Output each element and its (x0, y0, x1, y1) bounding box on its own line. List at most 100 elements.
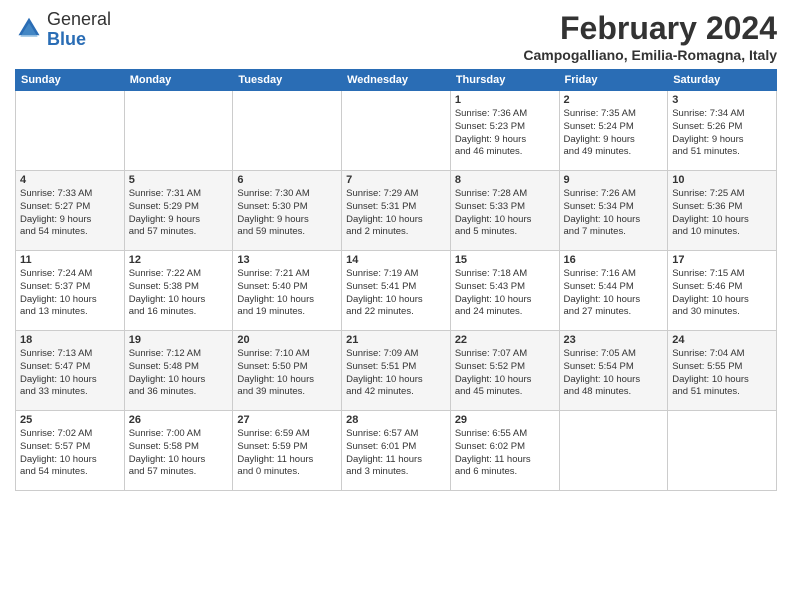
calendar-cell: 9Sunrise: 7:26 AM Sunset: 5:34 PM Daylig… (559, 171, 668, 251)
day-info: Sunrise: 7:09 AM Sunset: 5:51 PM Dayligh… (346, 348, 446, 399)
day-info: Sunrise: 7:28 AM Sunset: 5:33 PM Dayligh… (455, 188, 555, 239)
day-info: Sunrise: 7:21 AM Sunset: 5:40 PM Dayligh… (237, 268, 337, 319)
weekday-header: Wednesday (342, 70, 451, 91)
day-number: 24 (672, 334, 772, 346)
calendar-cell: 17Sunrise: 7:15 AM Sunset: 5:46 PM Dayli… (668, 251, 777, 331)
day-info: Sunrise: 7:30 AM Sunset: 5:30 PM Dayligh… (237, 188, 337, 239)
day-number: 2 (564, 94, 664, 106)
day-info: Sunrise: 7:16 AM Sunset: 5:44 PM Dayligh… (564, 268, 664, 319)
day-number: 6 (237, 174, 337, 186)
day-info: Sunrise: 7:19 AM Sunset: 5:41 PM Dayligh… (346, 268, 446, 319)
day-number: 14 (346, 254, 446, 266)
day-info: Sunrise: 7:13 AM Sunset: 5:47 PM Dayligh… (20, 348, 120, 399)
calendar-cell: 26 Sunrise: 7:00 AM Sunset: 5:58 PM Dayli… (124, 411, 233, 491)
day-info: Sunrise: 7:22 AM Sunset: 5:38 PM Dayligh… (129, 268, 229, 319)
day-number: 18 (20, 334, 120, 346)
day-info: Sunrise: 7:10 AM Sunset: 5:50 PM Dayligh… (237, 348, 337, 399)
calendar-cell: 6 Sunrise: 7:30 AM Sunset: 5:30 PM Daylig… (233, 171, 342, 251)
calendar-cell: 25 Sunrise: 7:02 AM Sunset: 5:57 PM Dayli… (16, 411, 125, 491)
day-number: 3 (672, 94, 772, 106)
calendar-cell: 11Sunrise: 7:24 AM Sunset: 5:37 PM Dayli… (16, 251, 125, 331)
day-info: Sunrise: 7:29 AM Sunset: 5:31 PM Dayligh… (346, 188, 446, 239)
calendar-cell: 20 Sunrise: 7:10 AM Sunset: 5:50 PM Dayli… (233, 331, 342, 411)
calendar-cell: 18 Sunrise: 7:13 AM Sunset: 5:47 PM Dayli… (16, 331, 125, 411)
day-number: 27 (237, 414, 337, 426)
day-info: Sunrise: 6:57 AM Sunset: 6:01 PM Dayligh… (346, 428, 446, 479)
calendar-cell (124, 91, 233, 171)
calendar-cell: 28 Sunrise: 6:57 AM Sunset: 6:01 PM Dayli… (342, 411, 451, 491)
day-info: Sunrise: 7:07 AM Sunset: 5:52 PM Dayligh… (455, 348, 555, 399)
calendar-header: SundayMondayTuesdayWednesdayThursdayFrid… (16, 70, 777, 91)
calendar-cell: 15Sunrise: 7:18 AM Sunset: 5:43 PM Dayli… (450, 251, 559, 331)
logo-general: General (47, 10, 111, 30)
location: Campogalliano, Emilia-Romagna, Italy (523, 47, 777, 63)
day-info: Sunrise: 7:04 AM Sunset: 5:55 PM Dayligh… (672, 348, 772, 399)
calendar-cell: 14 Sunrise: 7:19 AM Sunset: 5:41 PM Dayli… (342, 251, 451, 331)
calendar-cell: 29Sunrise: 6:55 AM Sunset: 6:02 PM Dayli… (450, 411, 559, 491)
calendar-cell: 7 Sunrise: 7:29 AM Sunset: 5:31 PM Daylig… (342, 171, 451, 251)
weekday-header: Sunday (16, 70, 125, 91)
header: General Blue February 2024 Campogalliano… (15, 10, 777, 63)
day-info: Sunrise: 7:24 AM Sunset: 5:37 PM Dayligh… (20, 268, 120, 319)
calendar-cell: 4 Sunrise: 7:33 AM Sunset: 5:27 PM Daylig… (16, 171, 125, 251)
calendar-cell (668, 411, 777, 491)
day-number: 5 (129, 174, 229, 186)
day-number: 21 (346, 334, 446, 346)
day-number: 25 (20, 414, 120, 426)
calendar-cell: 13 Sunrise: 7:21 AM Sunset: 5:40 PM Dayli… (233, 251, 342, 331)
day-info: Sunrise: 7:35 AM Sunset: 5:24 PM Dayligh… (564, 108, 664, 159)
day-info: Sunrise: 7:12 AM Sunset: 5:48 PM Dayligh… (129, 348, 229, 399)
calendar-cell: 10 Sunrise: 7:25 AM Sunset: 5:36 PM Dayli… (668, 171, 777, 251)
day-number: 13 (237, 254, 337, 266)
day-info: Sunrise: 7:00 AM Sunset: 5:58 PM Dayligh… (129, 428, 229, 479)
logo-icon (15, 16, 43, 44)
day-number: 19 (129, 334, 229, 346)
calendar-body: 1 Sunrise: 7:36 AM Sunset: 5:23 PM Daylig… (16, 91, 777, 491)
day-info: Sunrise: 7:25 AM Sunset: 5:36 PM Dayligh… (672, 188, 772, 239)
weekday-header: Friday (559, 70, 668, 91)
calendar-cell: 21 Sunrise: 7:09 AM Sunset: 5:51 PM Dayli… (342, 331, 451, 411)
calendar-week: 1 Sunrise: 7:36 AM Sunset: 5:23 PM Daylig… (16, 91, 777, 171)
calendar-cell: 8 Sunrise: 7:28 AM Sunset: 5:33 PM Daylig… (450, 171, 559, 251)
calendar-cell: 19 Sunrise: 7:12 AM Sunset: 5:48 PM Dayli… (124, 331, 233, 411)
page: General Blue February 2024 Campogalliano… (0, 0, 792, 612)
day-info: Sunrise: 7:02 AM Sunset: 5:57 PM Dayligh… (20, 428, 120, 479)
calendar-cell: 3 Sunrise: 7:34 AM Sunset: 5:26 PM Daylig… (668, 91, 777, 171)
day-number: 4 (20, 174, 120, 186)
day-number: 17 (672, 254, 772, 266)
day-info: Sunrise: 7:33 AM Sunset: 5:27 PM Dayligh… (20, 188, 120, 239)
calendar-cell: 22Sunrise: 7:07 AM Sunset: 5:52 PM Dayli… (450, 331, 559, 411)
logo: General Blue (15, 10, 111, 50)
day-info: Sunrise: 6:55 AM Sunset: 6:02 PM Dayligh… (455, 428, 555, 479)
calendar-cell: 5 Sunrise: 7:31 AM Sunset: 5:29 PM Daylig… (124, 171, 233, 251)
calendar-week: 4 Sunrise: 7:33 AM Sunset: 5:27 PM Daylig… (16, 171, 777, 251)
day-number: 26 (129, 414, 229, 426)
day-info: Sunrise: 7:05 AM Sunset: 5:54 PM Dayligh… (564, 348, 664, 399)
day-info: Sunrise: 7:34 AM Sunset: 5:26 PM Dayligh… (672, 108, 772, 159)
day-info: Sunrise: 6:59 AM Sunset: 5:59 PM Dayligh… (237, 428, 337, 479)
calendar: SundayMondayTuesdayWednesdayThursdayFrid… (15, 69, 777, 491)
day-info: Sunrise: 7:31 AM Sunset: 5:29 PM Dayligh… (129, 188, 229, 239)
day-info: Sunrise: 7:36 AM Sunset: 5:23 PM Dayligh… (455, 108, 555, 159)
calendar-cell (233, 91, 342, 171)
day-number: 8 (455, 174, 555, 186)
month-title: February 2024 (523, 10, 777, 47)
day-info: Sunrise: 7:18 AM Sunset: 5:43 PM Dayligh… (455, 268, 555, 319)
day-number: 12 (129, 254, 229, 266)
day-number: 7 (346, 174, 446, 186)
day-number: 16 (564, 254, 664, 266)
day-number: 28 (346, 414, 446, 426)
header-row: SundayMondayTuesdayWednesdayThursdayFrid… (16, 70, 777, 91)
weekday-header: Thursday (450, 70, 559, 91)
calendar-cell: 24 Sunrise: 7:04 AM Sunset: 5:55 PM Dayli… (668, 331, 777, 411)
day-number: 10 (672, 174, 772, 186)
weekday-header: Monday (124, 70, 233, 91)
title-block: February 2024 Campogalliano, Emilia-Roma… (523, 10, 777, 63)
calendar-cell: 16 Sunrise: 7:16 AM Sunset: 5:44 PM Dayli… (559, 251, 668, 331)
logo-text: General Blue (47, 10, 111, 50)
day-number: 1 (455, 94, 555, 106)
day-number: 23 (564, 334, 664, 346)
weekday-header: Saturday (668, 70, 777, 91)
calendar-week: 18 Sunrise: 7:13 AM Sunset: 5:47 PM Dayli… (16, 331, 777, 411)
day-number: 20 (237, 334, 337, 346)
